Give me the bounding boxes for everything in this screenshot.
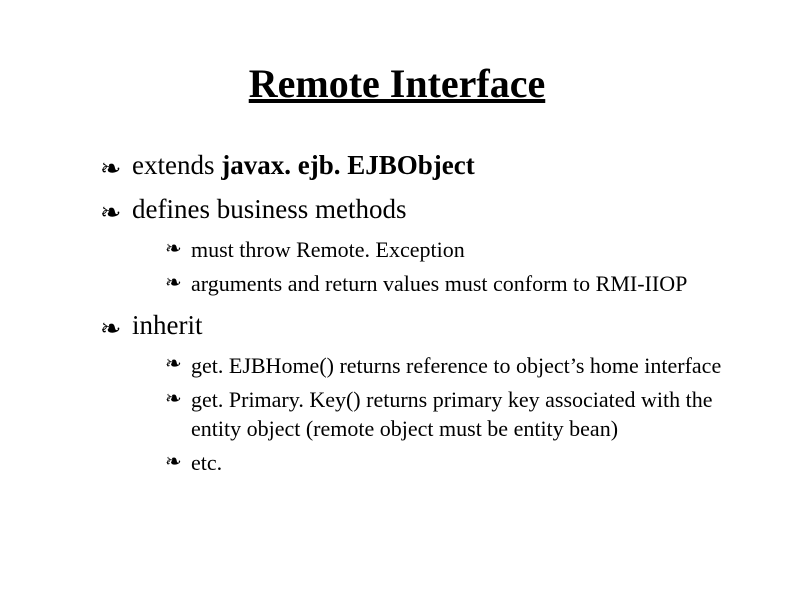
slide-title: Remote Interface xyxy=(70,60,724,107)
bullet-extends: ❧ extends javax. ejb. EJBObject xyxy=(100,147,724,183)
bullet-defines: ❧ defines business methods xyxy=(100,191,724,227)
tilde-icon: ❧ xyxy=(165,237,182,263)
sub-bullet-text: get. Primary. Key() returns primary key … xyxy=(191,387,713,441)
tilde-icon: ❧ xyxy=(165,271,182,297)
tilde-icon: ❧ xyxy=(100,152,121,187)
sub-bullet: ❧ arguments and return values must confo… xyxy=(165,270,724,299)
tilde-icon: ❧ xyxy=(165,450,182,476)
bullet-text: inherit xyxy=(132,310,202,340)
tilde-icon: ❧ xyxy=(100,196,121,231)
sub-bullet-text: must throw Remote. Exception xyxy=(191,237,465,262)
tilde-icon: ❧ xyxy=(100,312,121,347)
sub-bullet: ❧ get. EJBHome() returns reference to ob… xyxy=(165,352,724,381)
bullet-text: extends xyxy=(132,150,221,180)
bullet-text-bold: javax. ejb. EJBObject xyxy=(221,150,474,180)
tilde-icon: ❧ xyxy=(165,352,182,378)
sub-bullet-text: arguments and return values must conform… xyxy=(191,271,687,296)
bullet-text: defines business methods xyxy=(132,194,406,224)
sub-bullet-text: get. EJBHome() returns reference to obje… xyxy=(191,353,721,378)
sub-bullet-text: etc. xyxy=(191,450,222,475)
sub-bullet: ❧ get. Primary. Key() returns primary ke… xyxy=(165,386,724,443)
sub-bullet: ❧ must throw Remote. Exception xyxy=(165,236,724,265)
tilde-icon: ❧ xyxy=(165,387,182,413)
bullet-inherit: ❧ inherit xyxy=(100,307,724,343)
slide: Remote Interface ❧ extends javax. ejb. E… xyxy=(0,0,794,595)
sub-bullet: ❧ etc. xyxy=(165,449,724,478)
